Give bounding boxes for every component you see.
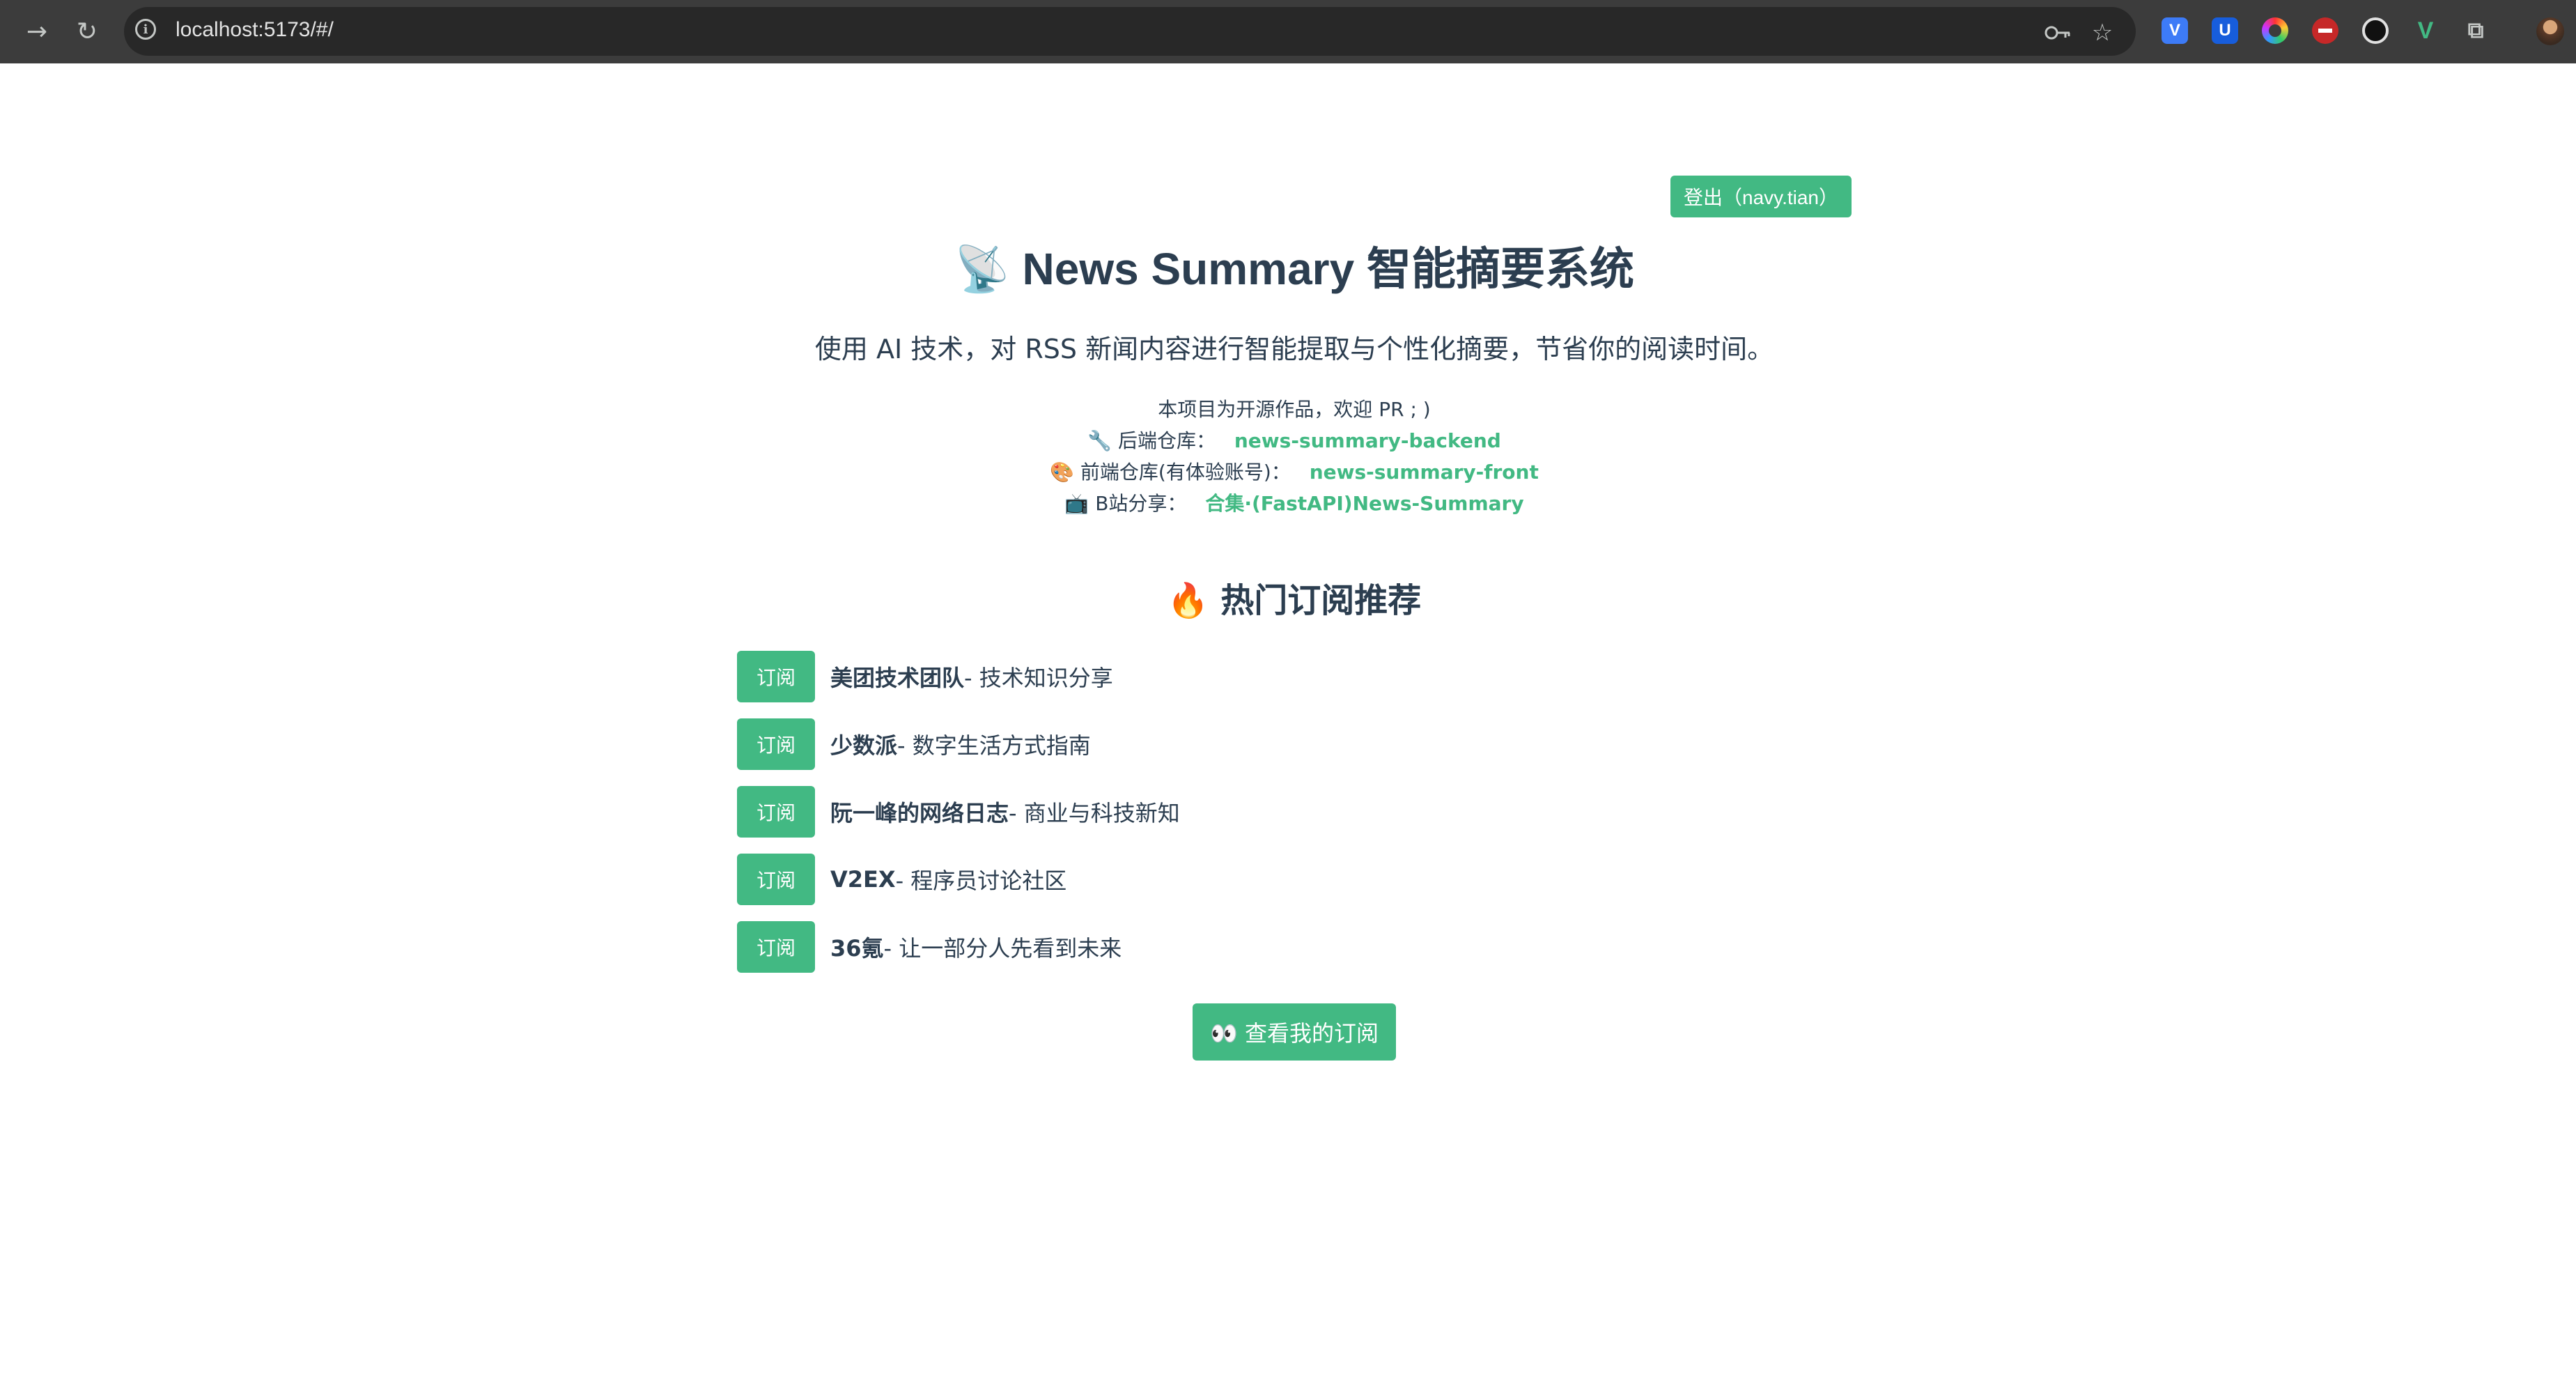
feed-item: 订阅 36氪 - 让一部分人先看到未来 (737, 921, 1122, 973)
browser-toolbar: → ↻ i localhost:5173/#/ ☆ V U V ⧉ (0, 0, 2576, 63)
feed-description: - 程序员讨论社区 (895, 868, 1067, 894)
feed-item: 订阅 V2EX - 程序员讨论社区 (737, 854, 1066, 905)
backend-repo-line: 🔧 后端仓库： news-summary-backend (0, 425, 2576, 456)
feed-description: - 数字生活方式指南 (897, 732, 1091, 759)
profile-avatar[interactable] (2536, 17, 2564, 45)
frontend-repo-link[interactable]: news-summary-front (1310, 461, 1539, 484)
feed-item: 订阅 少数派 - 数字生活方式指南 (737, 718, 1091, 770)
site-info-icon[interactable]: i (135, 19, 156, 40)
password-key-icon[interactable] (2044, 19, 2072, 47)
feed-name: 美团技术团队 (830, 665, 965, 691)
recommend-section-title: 🔥 热门订阅推荐 (0, 573, 2576, 622)
address-bar[interactable]: i localhost:5173/#/ ☆ (124, 7, 2136, 56)
subscribe-button[interactable]: 订阅 (737, 921, 815, 973)
page-title-text: News Summary 智能摘要系统 (1022, 244, 1634, 294)
view-my-subscriptions-button[interactable]: 👀 查看我的订阅 (1193, 1003, 1396, 1061)
feed-name: V2EX (830, 866, 896, 893)
bitwarden-extension-icon[interactable]: U (2212, 17, 2238, 44)
backend-repo-label: 后端仓库： (1117, 429, 1216, 452)
subscribe-button[interactable]: 订阅 (737, 651, 815, 702)
page-title: 📡 News Summary 智能摘要系统 (0, 233, 2576, 298)
feed-description: - 让一部分人先看到未来 (883, 935, 1122, 962)
vue-devtools-extension-icon[interactable]: V (2412, 17, 2439, 44)
bilibili-link[interactable]: 合集·(FastAPI)News-Summary (1205, 492, 1523, 515)
bilibili-label: B站分享： (1095, 492, 1187, 515)
feed-name: 36氪 (830, 935, 884, 962)
feed-description: - 商业与科技新知 (1009, 800, 1180, 826)
frontend-repo-label: 前端仓库(有体验账号)： (1080, 461, 1291, 484)
satellite-dish-icon: 📡 (954, 244, 1010, 294)
fire-icon: 🔥 (1167, 581, 1209, 620)
reload-icon[interactable]: ↻ (71, 15, 103, 47)
subscribe-button[interactable]: 订阅 (737, 718, 815, 770)
recommend-title-text: 热门订阅推荐 (1220, 581, 1422, 620)
feed-description: - 技术知识分享 (964, 665, 1113, 691)
subscribe-button[interactable]: 订阅 (737, 854, 815, 905)
bilibili-line: 📺 B站分享： 合集·(FastAPI)News-Summary (0, 488, 2576, 519)
frontend-repo-line: 🎨 前端仓库(有体验账号)： news-summary-front (0, 456, 2576, 488)
color-picker-extension-icon[interactable] (2262, 17, 2288, 44)
palette-icon: 🎨 (1050, 461, 1075, 484)
adblock-extension-icon[interactable] (2312, 17, 2338, 44)
subscribe-button[interactable]: 订阅 (737, 786, 815, 838)
intro-text: 本项目为开源作品，欢迎 PR ; ) (1158, 398, 1431, 421)
tv-icon: 📺 (1064, 492, 1089, 515)
extensions-puzzle-icon[interactable]: ⧉ (2462, 17, 2489, 44)
forward-arrow-icon[interactable]: → (21, 15, 53, 47)
intro-line: 本项目为开源作品，欢迎 PR ; ) (0, 394, 2576, 425)
dark-reader-extension-icon[interactable] (2362, 17, 2389, 44)
feed-name: 少数派 (830, 732, 898, 759)
bookmark-star-icon[interactable]: ☆ (2088, 19, 2116, 47)
feed-item: 订阅 阮一峰的网络日志 - 商业与科技新知 (737, 786, 1180, 838)
page-subtitle: 使用 AI 技术，对 RSS 新闻内容进行智能提取与个性化摘要，节省你的阅读时间… (814, 334, 1774, 364)
feed-name: 阮一峰的网络日志 (830, 800, 1009, 826)
logout-button[interactable]: 登出（navy.tian） (1670, 176, 1852, 217)
project-info: 本项目为开源作品，欢迎 PR ; ) 🔧 后端仓库： news-summary-… (0, 394, 2576, 519)
vuetify-extension-icon[interactable]: V (2162, 17, 2188, 44)
backend-repo-link[interactable]: news-summary-backend (1234, 429, 1501, 452)
wrench-icon: 🔧 (1087, 429, 1112, 452)
feed-item: 订阅 美团技术团队 - 技术知识分享 (737, 651, 1113, 702)
url-text[interactable]: localhost:5173/#/ (176, 18, 334, 42)
